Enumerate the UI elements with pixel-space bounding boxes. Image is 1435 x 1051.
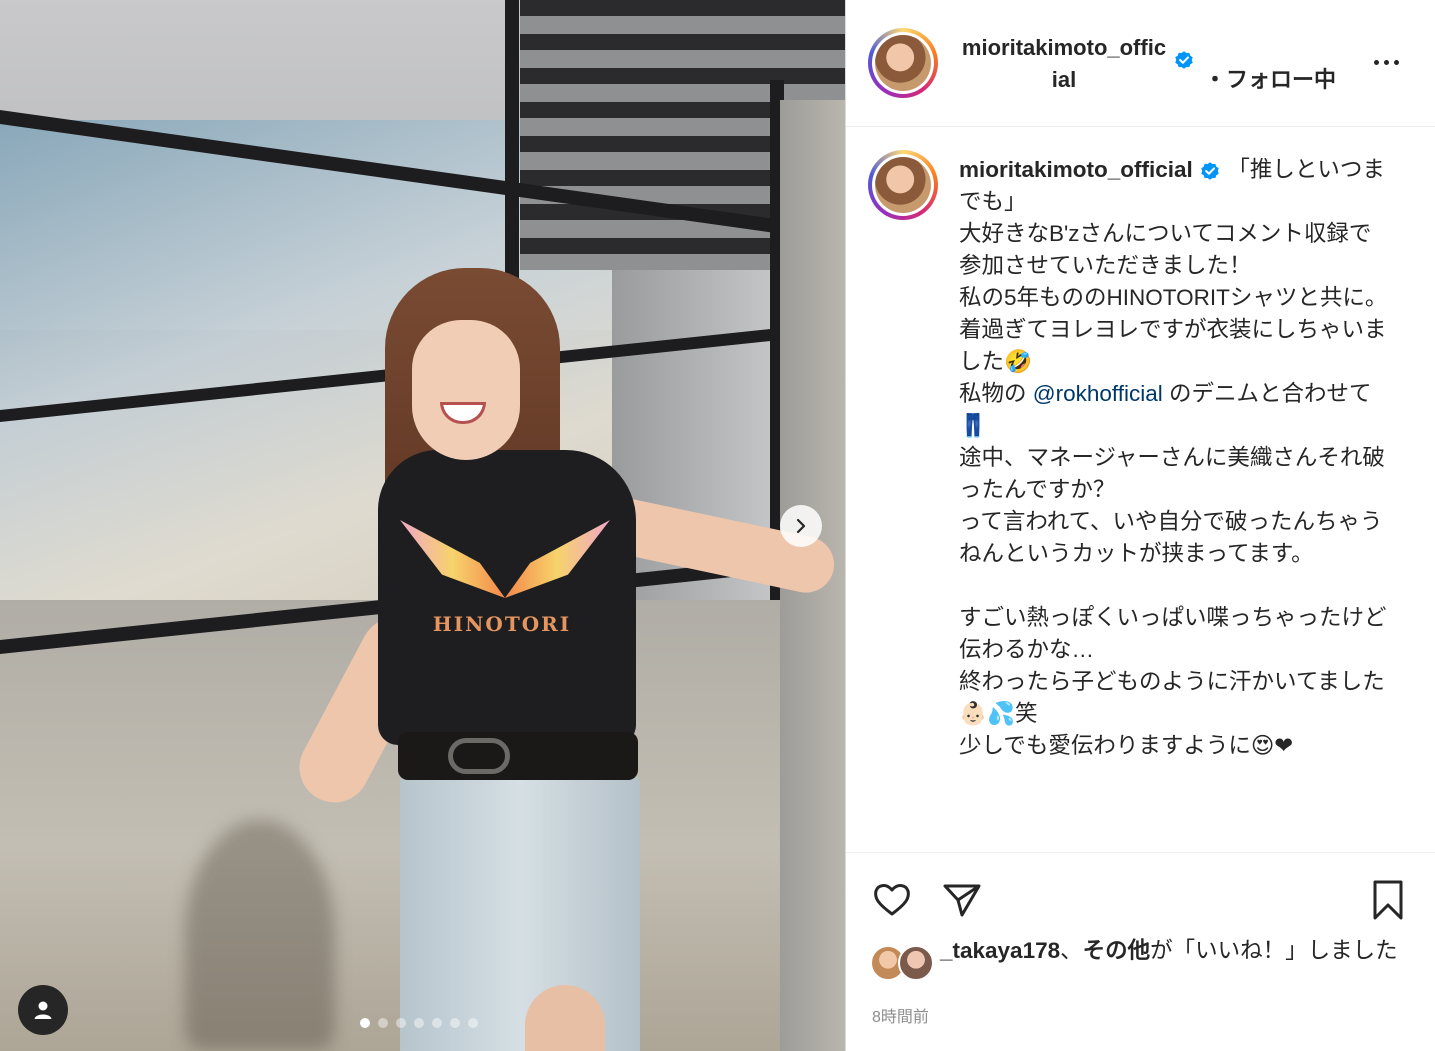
caption-text: 終わったら子どものように汗かいてました👶🏻💦笑 [959, 669, 1385, 726]
caption-author-avatar[interactable] [868, 150, 938, 220]
caption-text: 私の5年もののHINOTORITシャツと共に。 [959, 285, 1388, 310]
carousel-dot [468, 1018, 478, 1028]
likes-text: _takaya178、その他が「いいね！」しました [940, 935, 1410, 967]
caption-text: って言われて、いや自分で破ったんちゃうねんというカットが挟まってます。 [959, 509, 1383, 566]
carousel-next-button[interactable] [780, 505, 822, 547]
caption-first-line: mioritakimoto_official 「推しといつまでも」 [959, 154, 1389, 218]
caption-text: 私物の [959, 381, 1033, 406]
photo-person-shirt [378, 450, 636, 745]
carousel-indicator [360, 1018, 478, 1028]
liker-avatars [870, 945, 936, 981]
verified-badge-icon [1199, 160, 1221, 182]
post-side-panel: mioritakimoto_official ・フォロー中 mioritakim… [845, 0, 1435, 1051]
carousel-dot [450, 1018, 460, 1028]
likes-others-link[interactable]: その他 [1083, 938, 1151, 963]
chevron-right-icon [796, 518, 806, 534]
photo-person-belt [398, 732, 638, 780]
post-header: mioritakimoto_official ・フォロー中 [846, 0, 1435, 127]
caption-text: 着過ぎてヨレヨレですが衣装にしちゃいました🤣 [959, 317, 1387, 374]
caption-text: すごい熱っぽくいっぱい喋っちゃったけど伝わるかな… [959, 605, 1387, 662]
shirt-print-text: HINOTORI [432, 612, 572, 636]
carousel-dot [396, 1018, 406, 1028]
carousel-dot [360, 1018, 370, 1028]
send-icon [943, 884, 981, 917]
following-button[interactable]: ・フォロー中 [1204, 62, 1336, 94]
share-button[interactable] [940, 878, 984, 922]
photo-person-jeans [400, 775, 640, 1051]
caption-line-mention: 私物の @rokhofficial のデニムと合わせて👖 [959, 378, 1389, 442]
instagram-post-view: HINOTORI mioritakimoto_official ・フォロー中 m… [0, 0, 1435, 1051]
post-timestamp[interactable]: 8時間前 [872, 1003, 929, 1027]
like-button[interactable] [870, 878, 914, 922]
verified-badge-icon [1173, 49, 1195, 71]
caption-text: 少しでも愛伝わりますように😍❤ [959, 733, 1294, 758]
caption-blank-line [959, 570, 1389, 602]
carousel-dot [432, 1018, 442, 1028]
actions-divider [846, 852, 1435, 853]
caption-username-link[interactable]: mioritakimoto_official [959, 157, 1193, 182]
user-tags-button[interactable] [18, 985, 68, 1035]
bookmark-icon [1373, 880, 1403, 920]
author-avatar[interactable] [868, 28, 938, 98]
heart-icon [874, 884, 910, 916]
mention-link[interactable]: @rokhofficial [1033, 381, 1163, 406]
photo-belt-buckle [448, 738, 510, 774]
save-button[interactable] [1366, 878, 1410, 922]
carousel-dot [414, 1018, 424, 1028]
author-username-link[interactable]: mioritakimoto_official [959, 32, 1169, 96]
photo-shadow [185, 820, 335, 1050]
post-actions-bar [870, 878, 1410, 922]
post-caption: mioritakimoto_official 「推しといつまでも」 大好きなB'… [959, 154, 1389, 762]
liker-username-link[interactable]: _takaya178 [940, 938, 1060, 963]
caption-text: 大好きなB'zさんについてコメント収録で参加させていただきました！ [959, 221, 1372, 278]
caption-text: 途中、マネージャーさんに美織さんそれ破ったんですか？ [959, 445, 1385, 502]
post-photo[interactable]: HINOTORI [0, 0, 845, 1051]
user-tag-icon [34, 1001, 52, 1019]
photo-person-face [412, 320, 520, 460]
more-dots-icon[interactable] [1374, 52, 1404, 72]
liker-avatar[interactable] [898, 945, 934, 981]
carousel-dot [378, 1018, 388, 1028]
likes-suffix: が「いいね！」しました [1150, 938, 1398, 963]
likes-separator: 、 [1060, 938, 1083, 963]
